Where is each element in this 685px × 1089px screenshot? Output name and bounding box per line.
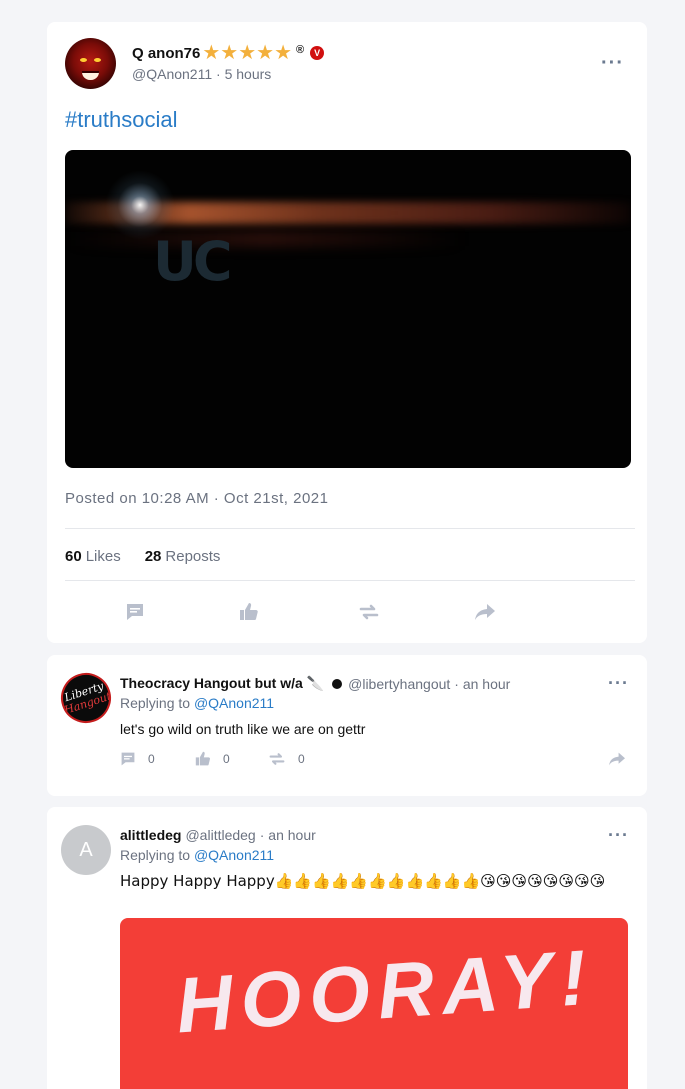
reply-display-name[interactable]: Theocracy Hangout but w/a 🔪 [120,675,324,692]
repost-icon[interactable] [357,600,381,624]
reply-display-name[interactable]: alittledeg [120,827,181,843]
posted-on-timestamp: Posted on 10:28 AM · Oct 21st, 2021 [65,490,329,507]
repost-count: 0 [298,752,305,766]
reposts-label: Reposts [165,548,221,565]
like-count: 0 [223,752,230,766]
reply-actions: 0 0 0 [120,751,630,769]
author-handle[interactable]: @QAnon211 [132,66,212,82]
reply-header: alittledeg @alittledeg · an hour [120,827,316,843]
avatar[interactable]: Liberty Hangout [54,666,118,730]
hooray-image-text: HOORAY! [173,932,598,1050]
post-actions [65,600,635,624]
reposts-count: 28 [144,548,162,565]
reply-time: · an hour [259,827,316,843]
verified-badge-icon: V [310,46,325,60]
likes-stat[interactable]: 60 Likes [65,548,121,565]
repost-icon [269,753,285,765]
avatar-eye [80,58,87,62]
post-time: · 5 hours [216,66,272,82]
divider [65,580,635,581]
replying-to-label: Replying to [120,695,191,711]
reply-text: Happy Happy Happy👍👍👍👍👍👍👍👍👍👍👍😘😘😘😘😘😘😘😘 [120,872,606,890]
comment-count: 0 [148,752,155,766]
more-options-icon[interactable]: ··· [608,825,629,846]
author-meta: @QAnon211 · 5 hours [132,66,271,82]
like-icon[interactable] [237,600,261,624]
reply-header: Theocracy Hangout but w/a 🔪 @libertyhang… [120,675,510,692]
share-icon[interactable] [608,751,626,767]
reply-repost-action[interactable]: 0 [268,751,305,767]
avatar[interactable] [65,38,116,89]
more-options-icon[interactable]: ··· [601,52,624,75]
reply-time: · an hour [454,675,511,692]
comment-icon[interactable] [123,600,147,624]
author-display-name[interactable]: Q anon76 [132,45,200,62]
replying-to-link[interactable]: @QAnon211 [194,847,274,863]
avatar-mouth [82,71,99,80]
replying-to-link[interactable]: @QAnon211 [194,695,274,711]
share-icon[interactable] [473,600,497,624]
author-name-row: Q anon76 ★★★★★ ® V [132,42,325,64]
post-card: Q anon76 ★★★★★ ® V @QAnon211 · 5 hours ·… [47,22,647,643]
replying-to: Replying to @QAnon211 [120,695,274,711]
likes-count: 60 [65,548,82,565]
reply-handle[interactable]: @alittledeg [185,827,255,843]
avatar[interactable]: A [61,825,111,875]
reposts-stat[interactable]: 28 Reposts [145,548,221,565]
reply-card: Liberty Hangout Theocracy Hangout but w/… [47,655,647,796]
replying-to: Replying to @QAnon211 [120,847,274,863]
reply-handle[interactable]: @libertyhangout [348,676,450,692]
hashtag-link[interactable]: #truthsocial [65,107,178,133]
hooray-image[interactable]: HOORAY! [120,918,628,1089]
likes-label: Likes [85,548,121,565]
reply-like-action[interactable]: 0 [195,751,230,767]
reply-card: A alittledeg @alittledeg · an hour ··· R… [47,807,647,1089]
registered-mark: ® [296,44,305,56]
avatar-eye [94,58,101,62]
replying-to-label: Replying to [120,847,191,863]
black-circle-icon [332,678,343,689]
reply-comment-action[interactable]: 0 [120,751,155,767]
faded-logo: UC [153,230,233,293]
comment-icon [121,752,135,766]
divider [65,528,635,529]
engagement-stats: 60 Likes 28 Reposts [65,548,220,565]
more-options-icon[interactable]: ··· [608,673,629,694]
reply-text: let's go wild on truth like we are on ge… [120,721,366,737]
video-media[interactable]: UC [65,150,631,468]
like-icon [195,751,211,766]
star-rating-icons: ★★★★★ [202,42,293,64]
